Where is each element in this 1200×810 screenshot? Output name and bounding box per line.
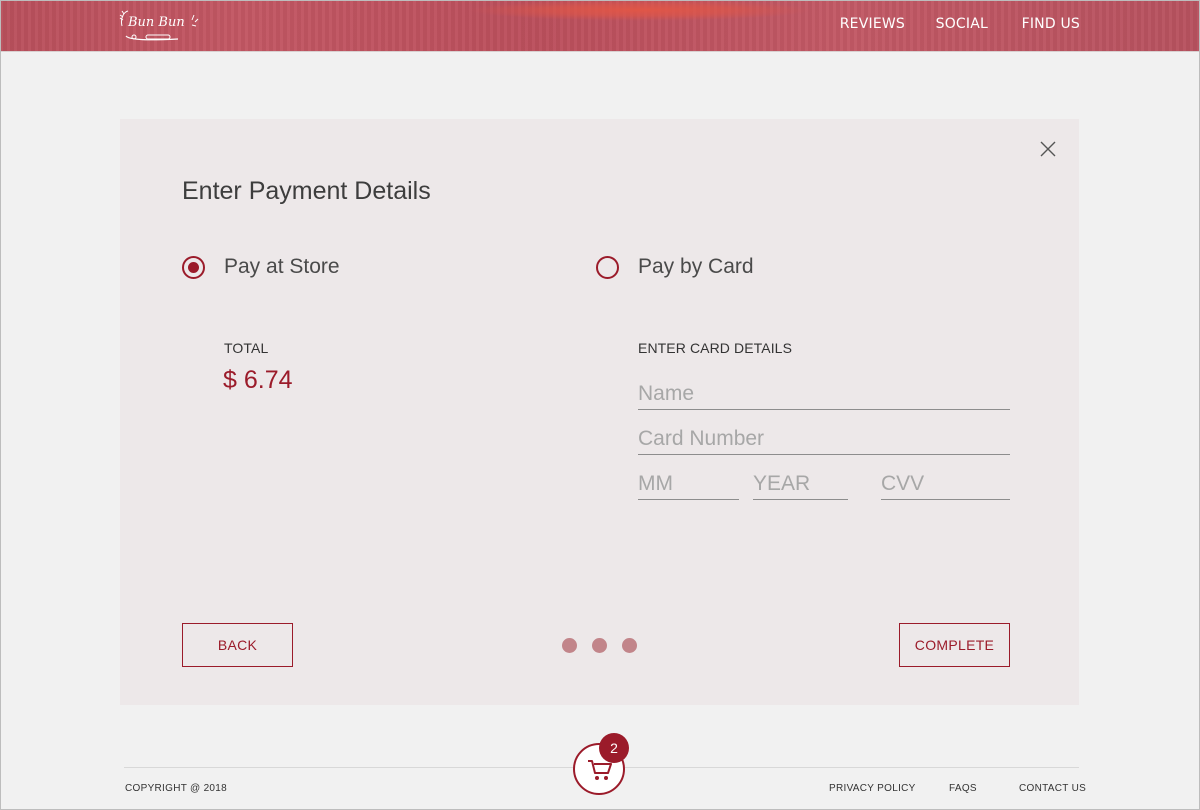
modal-title: Enter Payment Details: [182, 177, 431, 205]
pay-by-card-label[interactable]: Pay by Card: [638, 255, 754, 279]
name-input[interactable]: [638, 378, 1010, 410]
nav-reviews[interactable]: REVIEWS: [840, 16, 905, 32]
payment-modal: Enter Payment Details Pay at Store Pay b…: [120, 119, 1079, 705]
pay-at-store-label[interactable]: Pay at Store: [224, 255, 340, 279]
total-amount: $ 6.74: [223, 366, 293, 394]
total-label: TOTAL: [224, 340, 269, 356]
card-number-input[interactable]: [638, 423, 1010, 455]
cart-count-badge: 2: [599, 733, 629, 763]
year-input[interactable]: [753, 468, 848, 500]
complete-button[interactable]: COMPLETE: [899, 623, 1010, 667]
privacy-policy-link[interactable]: PRIVACY POLICY: [829, 783, 916, 794]
copyright-text: COPYRIGHT @ 2018: [125, 783, 228, 794]
back-button[interactable]: BACK: [182, 623, 293, 667]
close-button[interactable]: [1040, 141, 1056, 157]
pay-by-card-radio[interactable]: [596, 256, 619, 279]
logo-text: Bun Bun: [128, 15, 185, 30]
contact-us-link[interactable]: CONTACT US: [1019, 783, 1086, 794]
month-input[interactable]: [638, 468, 739, 500]
nav-social[interactable]: SOCIAL: [936, 16, 988, 32]
bun-bun-logo[interactable]: Bun Bun: [118, 8, 202, 46]
faqs-link[interactable]: FAQS: [949, 783, 977, 794]
site-header: Bun Bun REVIEWS SOCIAL FIND US: [0, 0, 1200, 52]
step-dot-1[interactable]: [562, 638, 577, 653]
step-dot-2[interactable]: [592, 638, 607, 653]
close-icon: [1040, 141, 1056, 157]
pay-at-store-radio[interactable]: [182, 256, 205, 279]
cvv-input[interactable]: [881, 468, 1010, 500]
nav-find-us[interactable]: FIND US: [1022, 16, 1080, 32]
step-dot-3[interactable]: [622, 638, 637, 653]
card-details-heading: ENTER CARD DETAILS: [638, 340, 793, 356]
